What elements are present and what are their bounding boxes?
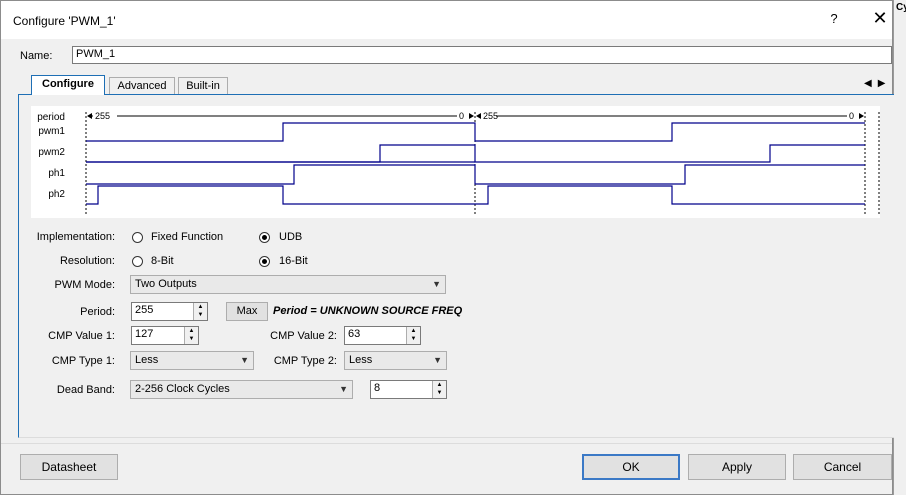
chevron-down-icon: ▼ — [433, 355, 442, 365]
cmp-type-2-value: Less — [349, 354, 373, 366]
cmp-type-2-label: CMP Type 2: — [273, 355, 337, 367]
period-label-end-2: 0 — [849, 111, 854, 121]
cmp-type-1-value: Less — [135, 354, 159, 366]
resolution-16bit-radio[interactable] — [259, 256, 270, 267]
implementation-fixed-function-radio[interactable] — [132, 232, 143, 243]
spin-down-icon[interactable]: ▼ — [189, 336, 195, 342]
signal-label-ph2: ph2 — [48, 189, 65, 200]
signal-label-pwm2: pwm2 — [38, 147, 65, 158]
period-arrow-head-4 — [859, 113, 864, 119]
chevron-down-icon: ▼ — [339, 384, 348, 394]
period-input[interactable]: 255 ▲ ▼ — [131, 302, 208, 321]
trace-ph1 — [86, 164, 865, 185]
pwm-mode-value: Two Outputs — [135, 278, 197, 290]
configure-dialog: Configure 'PWM_1' ? ✕ Name: PWM_1 Config… — [0, 0, 894, 495]
period-label-end-1: 0 — [459, 111, 464, 121]
trace-pwm2 — [86, 144, 865, 163]
trace-pwm1 — [86, 122, 865, 142]
name-input[interactable]: PWM_1 — [72, 46, 892, 64]
help-button[interactable]: ? — [827, 11, 841, 26]
pwm-mode-label: PWM Mode: — [54, 279, 115, 291]
signal-label-ph1: ph1 — [48, 168, 65, 179]
close-button[interactable]: ✕ — [871, 9, 889, 27]
background-window: Cypre — [893, 0, 906, 495]
dead-band-label: Dead Band: — [56, 384, 115, 396]
dead-band-cycles-input[interactable]: 8 ▲ ▼ — [370, 380, 447, 399]
period-arrow-head-2 — [469, 113, 474, 119]
tab-scroll-arrows[interactable]: ◀▶ — [864, 78, 891, 89]
dead-band-select[interactable]: 2-256 Clock Cycles ▼ — [130, 380, 353, 399]
name-label: Name: — [20, 50, 53, 62]
window-title: Configure 'PWM_1' — [13, 14, 116, 28]
footer-separator — [1, 443, 892, 444]
chevron-down-icon: ▼ — [432, 279, 441, 289]
signal-label-pwm1: pwm1 — [38, 126, 65, 137]
cmp-value-1-label: CMP Value 1: — [48, 330, 115, 342]
spin-down-icon[interactable]: ▼ — [411, 336, 417, 342]
spin-up-icon[interactable]: ▲ — [411, 328, 417, 334]
dead-band-value: 2-256 Clock Cycles — [135, 383, 230, 395]
apply-button[interactable]: Apply — [688, 454, 786, 480]
period-info-text: Period = UNKNOWN SOURCE FREQ — [273, 305, 463, 317]
spin-up-icon[interactable]: ▲ — [198, 304, 204, 310]
period-label-start-1: 255 — [95, 111, 110, 121]
tab-built-in[interactable]: Built-in — [178, 77, 228, 94]
period-arrow-head-3 — [476, 113, 481, 119]
datasheet-button[interactable]: Datasheet — [20, 454, 118, 480]
spin-up-icon[interactable]: ▲ — [189, 328, 195, 334]
resolution-16bit-label[interactable]: 16-Bit — [279, 255, 308, 267]
period-label-start-2: 255 — [483, 111, 498, 121]
tab-configure[interactable]: Configure — [31, 75, 105, 95]
implementation-udb-label[interactable]: UDB — [279, 231, 302, 243]
resolution-label: Resolution: — [59, 255, 115, 267]
implementation-fixed-function-label[interactable]: Fixed Function — [151, 231, 223, 243]
cmp-value-1-input[interactable]: 127 ▲ ▼ — [131, 326, 199, 345]
spin-up-icon[interactable]: ▲ — [437, 382, 443, 388]
tab-scroll-left-icon[interactable]: ◀ — [864, 78, 878, 89]
cancel-button[interactable]: Cancel — [793, 454, 892, 480]
cmp-value-2-label: CMP Value 2: — [270, 330, 337, 342]
period-stepper[interactable]: ▲ ▼ — [193, 303, 207, 320]
cmp-type-1-label: CMP Type 1: — [51, 355, 115, 367]
cmp-value-2-input[interactable]: 63 ▲ ▼ — [344, 326, 421, 345]
spin-down-icon[interactable]: ▼ — [437, 390, 443, 396]
cmp-type-2-select[interactable]: Less ▼ — [344, 351, 447, 370]
implementation-udb-radio[interactable] — [259, 232, 270, 243]
pwm-mode-select[interactable]: Two Outputs ▼ — [130, 275, 446, 294]
ok-button[interactable]: OK — [582, 454, 680, 480]
max-button[interactable]: Max — [226, 302, 268, 321]
cmp-value-2-value: 63 — [348, 328, 361, 340]
waveform-diagram: period pwm1 pwm2 ph1 ph2 255 0 255 0 — [31, 106, 880, 218]
resolution-8bit-radio[interactable] — [132, 256, 143, 267]
tab-advanced[interactable]: Advanced — [109, 77, 175, 94]
cmp-value-1-stepper[interactable]: ▲ ▼ — [184, 327, 198, 344]
period-value: 255 — [135, 304, 154, 316]
signal-label-period: period — [37, 112, 65, 123]
cmp-value-1-value: 127 — [135, 328, 154, 340]
resolution-8bit-label[interactable]: 8-Bit — [151, 255, 174, 267]
tab-scroll-right-icon[interactable]: ▶ — [878, 78, 892, 89]
implementation-label: Implementation: — [36, 231, 115, 243]
cmp-value-2-stepper[interactable]: ▲ ▼ — [406, 327, 420, 344]
spin-down-icon[interactable]: ▼ — [198, 312, 204, 318]
dead-band-cycles-value: 8 — [374, 382, 381, 394]
dead-band-cycles-stepper[interactable]: ▲ ▼ — [432, 381, 446, 398]
cmp-type-1-select[interactable]: Less ▼ — [130, 351, 254, 370]
period-label: Period: — [80, 306, 115, 318]
background-window-text: Cypre — [896, 2, 906, 13]
title-bar: Configure 'PWM_1' ? ✕ — [1, 1, 892, 39]
period-arrow-head-1 — [87, 113, 92, 119]
